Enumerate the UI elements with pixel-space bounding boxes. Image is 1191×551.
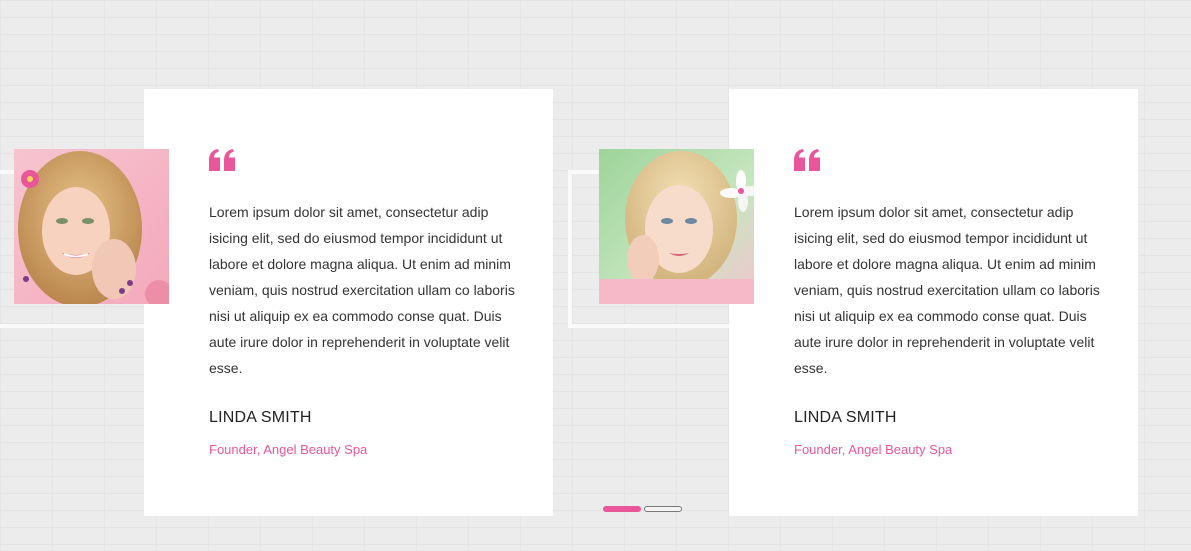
quote-left-icon [209, 149, 235, 171]
testimonial-author-role: Founder, Angel Beauty Spa [209, 442, 368, 457]
pagination-dot-2[interactable] [644, 506, 682, 512]
testimonial-quote: Lorem ipsum dolor sit amet, consectetur … [209, 204, 515, 376]
testimonial-card: Lorem ipsum dolor sit amet, consectetur … [144, 89, 553, 516]
testimonial-quote: Lorem ipsum dolor sit amet, consectetur … [794, 204, 1100, 376]
author-photo [599, 149, 754, 304]
woman-portrait-icon [14, 149, 169, 304]
testimonials-section: Lorem ipsum dolor sit amet, consectetur … [0, 0, 1191, 551]
carousel-pagination [603, 506, 682, 512]
author-photo [14, 149, 169, 304]
pagination-dot-1[interactable] [603, 506, 641, 512]
woman-portrait-icon [599, 149, 754, 304]
testimonial-author-role: Founder, Angel Beauty Spa [794, 442, 953, 457]
testimonial-author-name: LINDA SMITH [209, 409, 312, 426]
testimonial-card: Lorem ipsum dolor sit amet, consectetur … [729, 89, 1138, 516]
testimonial-author-name: LINDA SMITH [794, 409, 897, 426]
quote-left-icon [794, 149, 820, 171]
